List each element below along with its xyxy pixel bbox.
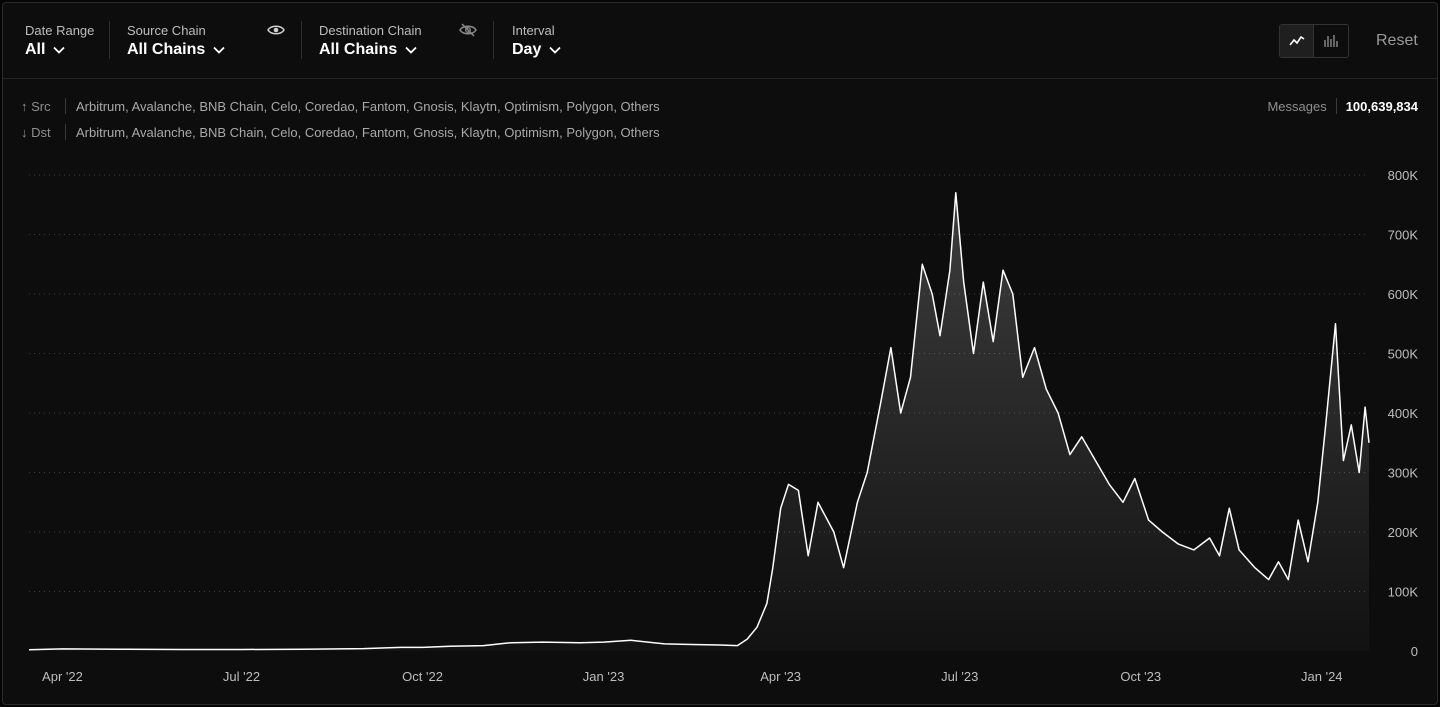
y-tick-label: 100K <box>1388 585 1419 600</box>
y-tick-label: 0 <box>1411 644 1418 659</box>
x-tick-label: Jan '23 <box>583 669 625 684</box>
y-tick-label: 200K <box>1388 525 1419 540</box>
app-frame: Date Range All Source Chain All Chains D… <box>2 2 1438 705</box>
grid-lines <box>29 174 1369 592</box>
series-area <box>29 192 1369 652</box>
x-tick-label: Oct '23 <box>1120 669 1161 684</box>
x-tick-label: Jan '24 <box>1301 669 1343 684</box>
x-tick-label: Oct '22 <box>402 669 443 684</box>
y-tick-label: 700K <box>1388 228 1419 243</box>
y-tick-label: 500K <box>1388 347 1419 362</box>
y-tick-label: 600K <box>1388 287 1419 302</box>
messages-area-chart: 0 100K 200K 300K 400K 500K 600K 700K 800K Apr '2… <box>28 168 1419 684</box>
y-tick-label: 400K <box>1388 406 1419 421</box>
series-layer <box>28 192 1370 652</box>
x-tick-label: Jul '23 <box>941 669 978 684</box>
x-tick-label: Jul '22 <box>223 669 260 684</box>
x-tick-label: Apr '22 <box>42 669 83 684</box>
x-tick-label: Apr '23 <box>760 669 801 684</box>
y-axis: 0 100K 200K 300K 400K 500K 600K 700K 800K <box>1388 168 1419 659</box>
x-axis: Apr '22 Jul '22 Oct '22 Jan '23 Apr '23 Jul '… <box>42 669 1342 684</box>
y-tick-label: 800K <box>1388 168 1419 183</box>
y-tick-label: 300K <box>1388 466 1419 481</box>
